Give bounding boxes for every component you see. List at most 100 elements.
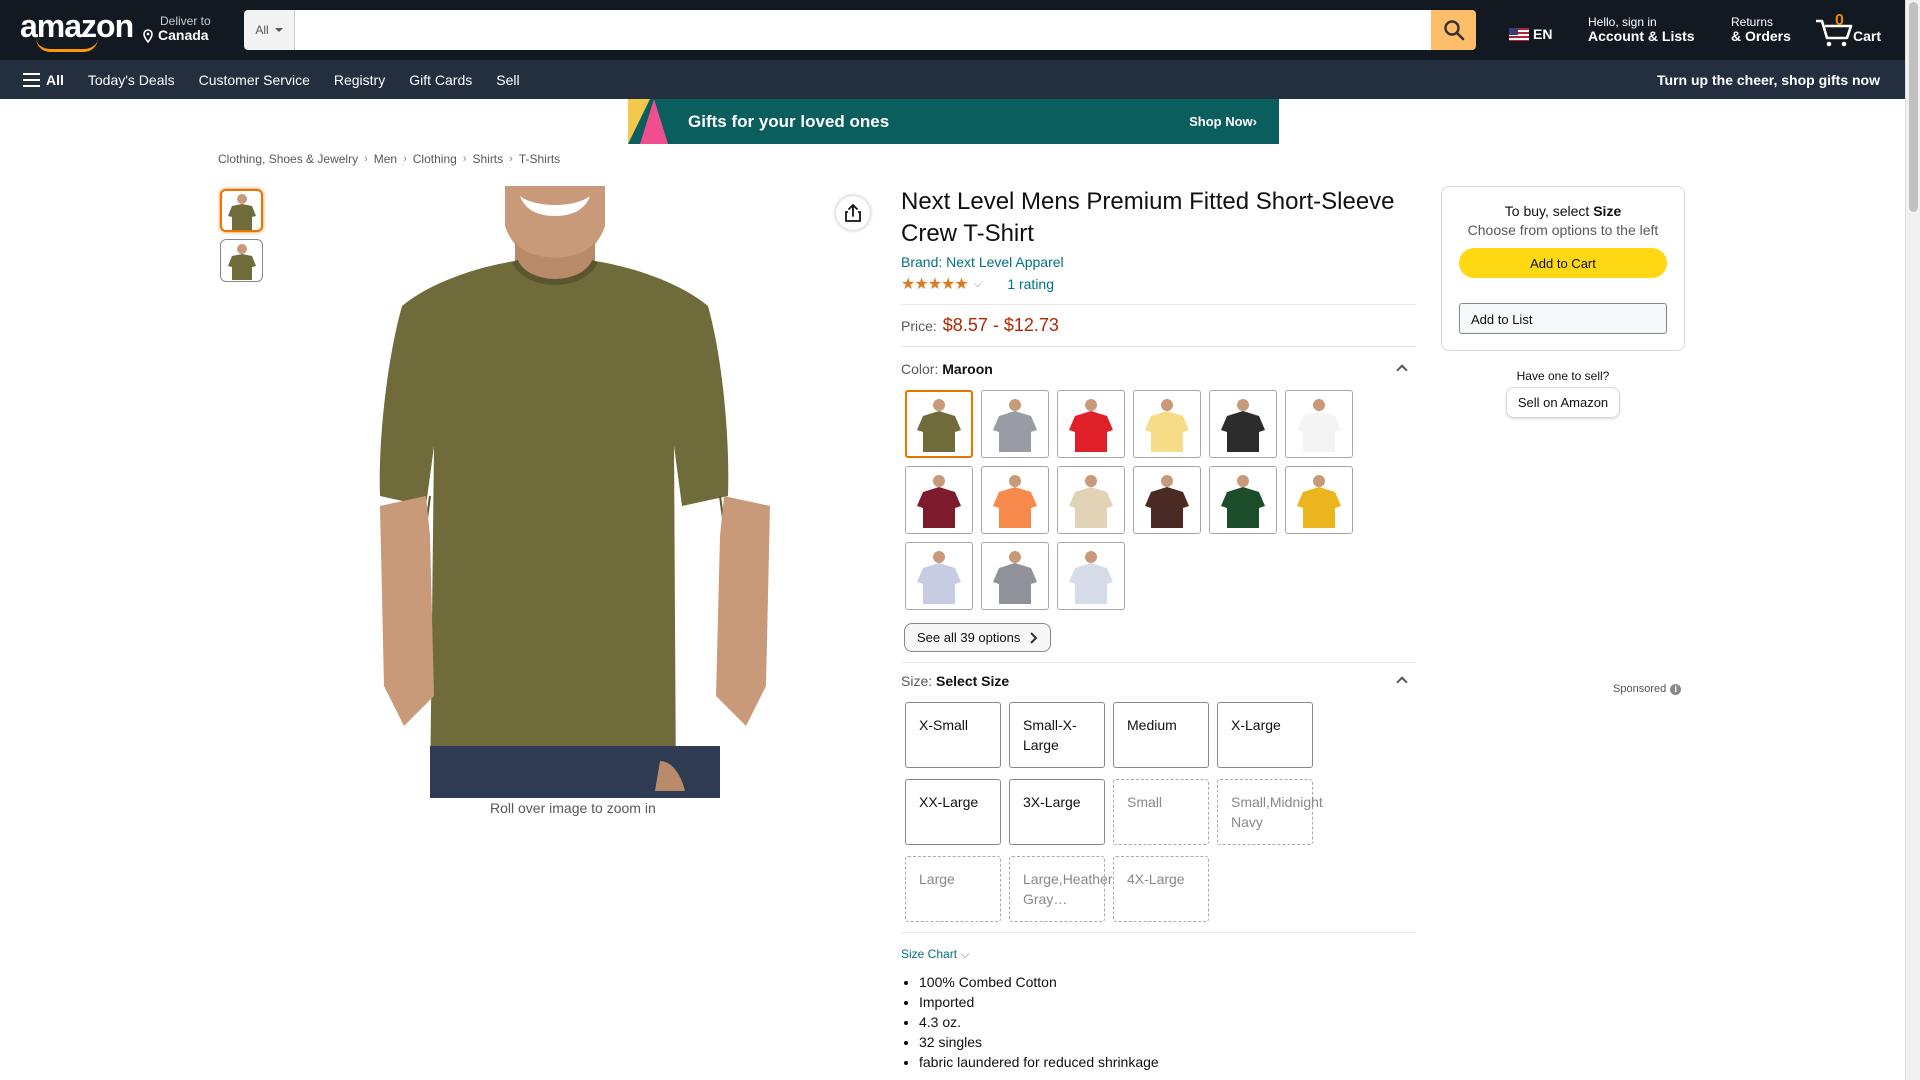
sell-on-amazon-button[interactable]: Sell on Amazon bbox=[1505, 387, 1621, 418]
add-to-cart-button[interactable]: Add to Cart bbox=[1459, 248, 1667, 278]
account-menu[interactable]: Hello, sign in Account & Lists bbox=[1588, 15, 1695, 43]
size-chart-label: Size Chart bbox=[901, 947, 958, 961]
breadcrumb: Clothing, Shoes & Jewelry › Men › Clothing… bbox=[218, 152, 560, 166]
see-all-options-button[interactable]: See all 39 options bbox=[904, 623, 1052, 652]
color-swatch[interactable] bbox=[1285, 466, 1353, 534]
size-option[interactable]: XX-Large bbox=[905, 779, 1001, 845]
breadcrumb-item[interactable]: T-Shirts bbox=[519, 152, 560, 166]
color-header[interactable]: Color: Maroon bbox=[901, 361, 1416, 377]
add-to-list-button[interactable]: Add to List bbox=[1459, 303, 1667, 334]
cart-button[interactable]: 0 Cart bbox=[1815, 12, 1895, 48]
size-header[interactable]: Size: Select Size bbox=[901, 673, 1416, 689]
color-swatch[interactable] bbox=[1133, 390, 1201, 458]
language-selector[interactable]: EN bbox=[1509, 26, 1552, 42]
color-swatch[interactable] bbox=[1209, 466, 1277, 534]
promo-link[interactable]: Turn up the cheer, shop gifts now bbox=[1657, 72, 1880, 88]
search-input[interactable] bbox=[295, 10, 1431, 50]
size-option[interactable]: Small bbox=[1113, 779, 1209, 845]
size-option[interactable]: Large,Heather Gray… bbox=[1009, 856, 1113, 922]
buy-box: To buy, select Size Choose from options … bbox=[1441, 186, 1685, 351]
size-option[interactable]: 3X-Large bbox=[1009, 779, 1105, 845]
size-option[interactable]: Small-X-Large bbox=[1009, 702, 1105, 768]
color-swatch[interactable] bbox=[981, 542, 1049, 610]
rating-count-link[interactable]: 1 rating bbox=[1007, 276, 1054, 292]
chevron-right-icon: › bbox=[509, 153, 513, 165]
chevron-down-icon[interactable]: ⌵ bbox=[974, 279, 982, 290]
color-swatch[interactable] bbox=[1285, 390, 1353, 458]
size-option[interactable]: Medium bbox=[1113, 702, 1209, 768]
zoom-hint: Roll over image to zoom in bbox=[490, 800, 656, 816]
account-line1: Hello, sign in bbox=[1588, 15, 1657, 29]
chevron-right-icon: › bbox=[364, 153, 368, 165]
thumbnail-1[interactable] bbox=[220, 189, 263, 232]
sub-nav: All Today's Deals Customer Service Regis… bbox=[0, 60, 1905, 99]
star-rating-icon[interactable]: ★★★★★ bbox=[901, 274, 969, 294]
size-value: Select Size bbox=[936, 673, 1010, 689]
size-option[interactable]: Large bbox=[905, 856, 1001, 922]
color-swatch[interactable] bbox=[905, 542, 973, 610]
color-swatch[interactable] bbox=[1209, 390, 1277, 458]
subnav-item-sell[interactable]: Sell bbox=[484, 72, 531, 88]
chevron-up-icon[interactable] bbox=[1396, 364, 1408, 376]
breadcrumb-item[interactable]: Clothing, Shoes & Jewelry bbox=[218, 152, 358, 166]
color-swatch[interactable] bbox=[905, 390, 973, 458]
subnav-item-customer-service[interactable]: Customer Service bbox=[187, 72, 322, 88]
color-swatch[interactable] bbox=[1133, 466, 1201, 534]
price-value: $8.57 - $12.73 bbox=[942, 315, 1059, 335]
account-line2: Account & Lists bbox=[1588, 28, 1695, 44]
chevron-right-icon: › bbox=[403, 153, 407, 165]
all-menu-label: All bbox=[46, 71, 64, 88]
breadcrumb-item[interactable]: Men bbox=[374, 152, 397, 166]
size-option[interactable]: Small,Midnight Navy bbox=[1217, 779, 1323, 845]
color-swatch[interactable] bbox=[1057, 390, 1125, 458]
size-chart-link[interactable]: Size Chart ⌵ bbox=[901, 947, 1416, 962]
chevron-down-icon bbox=[274, 28, 283, 32]
main-product-image[interactable] bbox=[360, 186, 790, 798]
buy-instruction-size: Size bbox=[1593, 203, 1622, 219]
color-swatch[interactable] bbox=[981, 466, 1049, 534]
returns-orders[interactable]: Returns & Orders bbox=[1731, 15, 1791, 43]
subnav-item-todays-deals[interactable]: Today's Deals bbox=[76, 72, 187, 88]
product-title: Next Level Mens Premium Fitted Short-Sle… bbox=[901, 188, 1395, 247]
logo-smile-icon bbox=[36, 38, 98, 52]
location-pin-icon bbox=[143, 29, 153, 44]
breadcrumb-item[interactable]: Clothing bbox=[413, 152, 457, 166]
sponsored-label[interactable]: Sponsored i bbox=[1613, 683, 1682, 695]
color-swatch[interactable] bbox=[1057, 542, 1125, 610]
subnav-item-registry[interactable]: Registry bbox=[322, 72, 397, 88]
chevron-right-icon: › bbox=[462, 153, 467, 165]
breadcrumb-item[interactable]: Shirts bbox=[472, 152, 503, 166]
share-icon bbox=[845, 204, 861, 222]
thumbnail-2[interactable] bbox=[220, 239, 263, 282]
chevron-up-icon[interactable] bbox=[1396, 676, 1408, 688]
all-menu-button[interactable]: All bbox=[0, 72, 76, 88]
gifts-banner[interactable]: Gifts for your loved ones Shop Now› bbox=[628, 99, 1279, 144]
size-option[interactable]: X-Large bbox=[1217, 702, 1313, 768]
size-option-grid: X-Small Small-X-Large Medium X-Large XX-Larg… bbox=[905, 702, 1416, 922]
deliver-to[interactable]: Deliver to Canada bbox=[142, 14, 211, 44]
brand-link[interactable]: Brand: Next Level Apparel bbox=[901, 254, 1416, 270]
color-swatch[interactable] bbox=[1057, 466, 1125, 534]
scrollbar-thumb[interactable] bbox=[1909, 2, 1918, 212]
chevron-right-icon bbox=[1030, 631, 1038, 644]
size-option[interactable]: X-Small bbox=[905, 702, 1001, 768]
color-swatch-grid bbox=[905, 390, 1416, 610]
tshirt-swatch-image bbox=[993, 475, 1037, 528]
share-button[interactable] bbox=[836, 196, 870, 230]
buy-subtext: Choose from options to the left bbox=[1467, 222, 1659, 238]
subnav-item-gift-cards[interactable]: Gift Cards bbox=[397, 72, 484, 88]
cart-icon bbox=[1816, 19, 1853, 47]
color-swatch[interactable] bbox=[981, 390, 1049, 458]
tshirt-swatch-image bbox=[917, 399, 961, 452]
color-swatch[interactable] bbox=[905, 466, 973, 534]
rating-row: ★★★★★ ⌵ 1 rating bbox=[901, 274, 1416, 294]
color-label: Color: bbox=[901, 361, 939, 377]
search-button[interactable] bbox=[1431, 10, 1476, 50]
size-option[interactable]: 4X-Large bbox=[1113, 856, 1209, 922]
cart-label: Cart bbox=[1853, 28, 1882, 44]
page-scrollbar[interactable] bbox=[1905, 0, 1920, 1080]
amazon-logo[interactable]: amazon bbox=[20, 10, 134, 52]
search-department-select[interactable]: All bbox=[244, 10, 295, 50]
feature-bullet: Imported bbox=[919, 992, 1416, 1012]
size-label: Size: bbox=[901, 673, 933, 689]
